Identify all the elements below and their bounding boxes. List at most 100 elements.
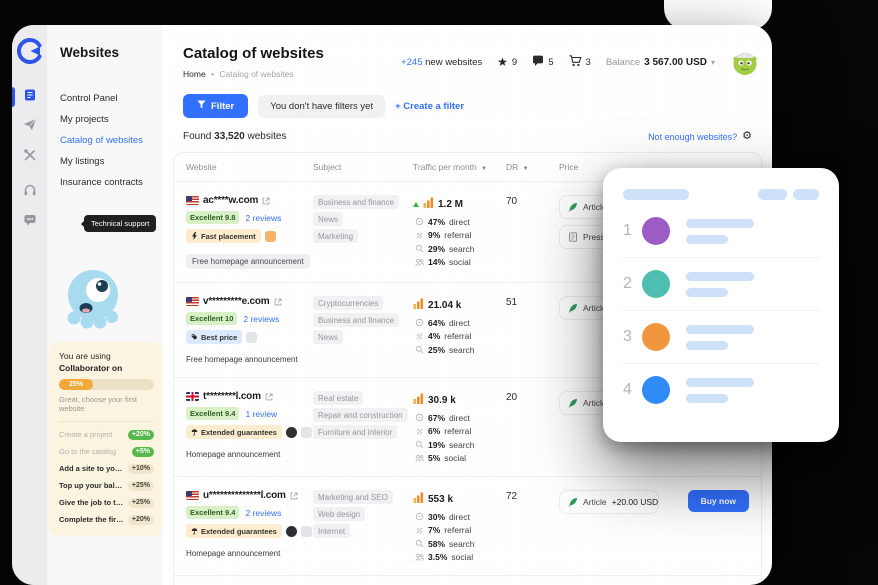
feature-icon xyxy=(191,232,198,240)
reviews-link[interactable]: 1 review xyxy=(245,409,277,419)
sidebar-menu-item[interactable]: Control Panel xyxy=(47,88,163,109)
traffic-source-label: search xyxy=(449,439,475,450)
sidebar-menu-item[interactable]: My projects xyxy=(47,109,163,130)
messages-counter[interactable]: 5 xyxy=(532,55,554,70)
feature-label: Best price xyxy=(201,332,238,342)
task-item[interactable]: Complete the first deal +20% xyxy=(59,511,154,528)
website-domain[interactable]: t********l.com xyxy=(203,391,261,402)
traffic-source-label: direct xyxy=(449,412,470,423)
subject-tag: Business and finance xyxy=(313,195,400,209)
usage-subtitle: Great, choose your first website xyxy=(59,395,137,413)
breadcrumb-home[interactable]: Home xyxy=(183,69,206,79)
reviews-link[interactable]: 2 reviews xyxy=(243,314,279,324)
traffic-breakdown-row: 5% social xyxy=(415,453,506,463)
external-link-icon[interactable] xyxy=(262,196,270,205)
avatar[interactable] xyxy=(730,47,760,77)
website-domain[interactable]: v*********e.com xyxy=(203,296,270,307)
service-price: +20.00 USD xyxy=(611,497,659,507)
rail-item-control-panel[interactable] xyxy=(12,82,47,112)
create-filter-link[interactable]: + Create a filter xyxy=(395,101,464,112)
task-item[interactable]: Create a project +20% xyxy=(59,426,154,443)
rating-badge: Excellent 10 xyxy=(186,312,238,325)
traffic-source-label: direct xyxy=(449,216,470,227)
traffic-pct: 9% xyxy=(428,230,441,240)
filter-button[interactable]: Filter xyxy=(183,94,249,118)
traffic-source-label: social xyxy=(451,552,474,562)
favorites-counter[interactable]: ★ 9 xyxy=(497,56,517,68)
service-icon xyxy=(568,303,578,313)
announcement: Homepage announcement xyxy=(186,450,281,459)
badge-icon xyxy=(300,525,312,537)
reviews-link[interactable]: 2 reviews xyxy=(245,213,281,223)
sort-icon: ▼ xyxy=(481,166,488,172)
task-item[interactable]: Add a site to your cart +10% xyxy=(59,460,154,477)
subject-tag: Real estate xyxy=(313,391,364,405)
balance-dropdown[interactable]: Balance 3 567.00 USD ▾ xyxy=(606,57,715,68)
cart-counter[interactable]: 3 xyxy=(569,54,591,70)
feature-badge: Fast placement xyxy=(186,229,261,243)
traffic-breakdown-row: 4% referral xyxy=(415,331,506,341)
buy-now-button[interactable]: Buy now xyxy=(687,490,749,512)
step-circle xyxy=(642,217,670,245)
feature-icon xyxy=(191,527,198,535)
service-card[interactable]: Article +20.00 USD xyxy=(559,490,659,514)
traffic-source-icon xyxy=(415,217,424,226)
external-link-icon[interactable] xyxy=(274,297,282,306)
sidebar-menu-item[interactable]: Catalog of websites xyxy=(47,130,163,151)
task-item[interactable]: Go to the catalog +5% xyxy=(59,443,154,460)
traffic-source-label: social xyxy=(444,453,467,463)
traffic-pct: 3.5% xyxy=(428,552,448,562)
sidebar-menu-item[interactable]: Insurance contracts xyxy=(47,172,163,193)
overlay-step-item: 1 xyxy=(623,205,819,257)
traffic-value: 553 k xyxy=(428,493,454,505)
subject-tag: Furniture and interior xyxy=(313,425,398,439)
traffic-source-icon xyxy=(415,512,424,521)
rail-item-support[interactable] xyxy=(12,177,47,207)
task-item[interactable]: Give the job to the site +25% xyxy=(59,494,154,511)
reviews-link[interactable]: 2 reviews xyxy=(245,508,281,518)
feature-label: Extended guarantees xyxy=(201,427,277,437)
overlay-step-item: 4 xyxy=(623,363,819,416)
column-dr[interactable]: DR ▼ xyxy=(506,162,559,172)
traffic-cell: 553 k 30% direct 7% referral 58% search … xyxy=(413,490,506,562)
website-domain[interactable]: ac****w.com xyxy=(203,195,258,206)
usage-line1: You are using xyxy=(59,351,111,361)
column-traffic[interactable]: Traffic per month ▼ xyxy=(413,162,506,172)
sidebar-menu-item[interactable]: My listings xyxy=(47,151,163,172)
breadcrumb-separator: • xyxy=(211,69,215,79)
task-label: Add a site to your cart xyxy=(59,464,124,473)
traffic-source-label: search xyxy=(449,538,475,549)
traffic-pct: 58% xyxy=(428,538,446,549)
traffic-source-icon xyxy=(415,332,424,341)
task-label: Go to the catalog xyxy=(59,447,117,456)
usage-card: You are using Collaborator on 25% Great,… xyxy=(49,342,162,536)
traffic-source-icon xyxy=(415,413,424,422)
overlay-step-item: 3 xyxy=(623,310,819,363)
website-domain[interactable]: u**************l.com xyxy=(203,490,286,501)
subject-cell: Real estate Repair and construction Furnit… xyxy=(313,391,413,463)
no-filters-pill[interactable]: You don't have filters yet xyxy=(258,94,386,118)
rail-item-projects[interactable] xyxy=(12,112,47,142)
task-item[interactable]: Top up your balance in ... +25% xyxy=(59,477,154,494)
rail-item-chat[interactable] xyxy=(12,207,47,237)
traffic-source-label: search xyxy=(449,243,475,254)
traffic-value: 1.2 M xyxy=(438,198,464,210)
subject-tag: Marketing and SEO xyxy=(313,490,393,504)
breadcrumb-current: Catalog of websites xyxy=(219,69,294,79)
subject-tag: News xyxy=(313,212,344,226)
new-websites-counter[interactable]: +245 new websites xyxy=(401,57,482,68)
not-enough-websites-link[interactable]: Not enough websites? ⚙ xyxy=(648,131,752,142)
task-label: Complete the first deal xyxy=(59,515,124,524)
external-link-icon[interactable] xyxy=(290,491,298,500)
rating-badge: Excellent 9.4 xyxy=(186,506,240,519)
task-bonus-badge: +20% xyxy=(127,514,154,525)
favorites-count: 9 xyxy=(511,56,518,68)
rail-item-tools[interactable] xyxy=(12,142,47,172)
feature-label: Fast placement xyxy=(201,231,256,241)
traffic-value: 21.04 k xyxy=(428,299,462,311)
external-link-icon[interactable] xyxy=(265,392,273,401)
overlay-step-item: 2 xyxy=(623,257,819,310)
website-cell: v*********e.com Excellent 10 2 reviews B… xyxy=(186,296,313,364)
traffic-cell: 30.9 k 67% direct 6% referral 19% search… xyxy=(413,391,506,463)
gear-icon[interactable]: ⚙ xyxy=(742,131,752,142)
